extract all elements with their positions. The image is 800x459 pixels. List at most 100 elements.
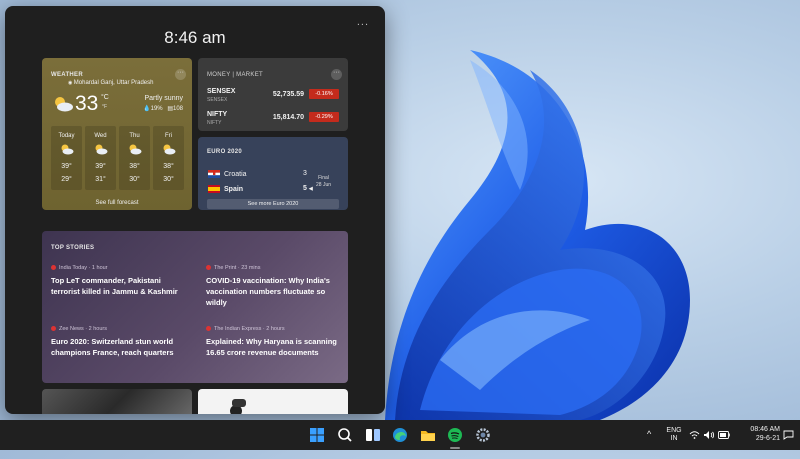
market-name: NIFTY [207,111,228,118]
precip-value: 19% [150,106,163,112]
source-logo-icon [51,326,56,332]
forecast-day-name: Fri [165,133,172,139]
story-item[interactable]: The Indian Express · 2 hours Explained: … [206,326,341,358]
forecast-high: 39° [95,163,106,170]
team-name: Spain [224,185,244,193]
volume-icon[interactable] [703,430,715,440]
forecast-day[interactable]: Thu 38° 30° [119,126,150,190]
task-view-icon[interactable] [363,425,383,445]
aqi-value: 108 [172,106,183,112]
search-icon[interactable] [335,425,355,445]
story-headline[interactable]: Explained: Why Haryana is scanning 16.65… [206,336,341,358]
widgets-panel: ... 8:46 am WEATHER ··· ◉ Mohardal Ganj,… [5,6,385,414]
language-indicator[interactable]: ENG IN [664,420,684,450]
windows-start-icon[interactable] [307,425,327,445]
forecast-high: 38° [129,163,140,170]
euro-2020-card[interactable]: EURO 2020 Croatia 3 Spain 5 ◀ Final 28 J… [198,137,348,210]
story-source: The Print · 23 mins [206,265,341,271]
market-row-sensex[interactable]: SENSEX SENSEX 52,735.59 -0.16% [207,88,339,108]
wifi-icon[interactable] [689,430,700,440]
source-logo-icon [51,265,56,271]
story-headline[interactable]: Euro 2020: Switzerland stun world champi… [51,336,186,358]
market-change-badge: -0.16% [309,89,339,99]
language-code: ENG [666,427,682,434]
story-source: The Indian Express · 2 hours [206,326,341,332]
croatia-flag-icon [208,170,220,178]
money-market-card[interactable]: MONEY | MARKET ··· SENSEX SENSEX 52,735.… [198,58,348,131]
market-subname: NIFTY [207,120,222,126]
taskbar: ^ ENG IN 08:46 AM 29-6-21 [0,420,800,450]
match-status-text: Final [318,175,329,181]
weather-more-button[interactable]: ··· [175,69,186,80]
region-code: IN [670,435,678,442]
spain-flag-icon [208,185,220,193]
weather-location-text: Mohardal Ganj, Uttar Pradesh [73,80,154,86]
clock-date: 29-6-21 [755,435,780,442]
match-status: Final 28 Jun [316,175,331,189]
team-score: 3 [303,170,307,177]
top-stories-title: TOP STORIES [51,245,95,251]
widgets-time: 8:46 am [164,28,226,47]
forecast-low: 30° [163,176,174,183]
forecast-high: 38° [163,163,174,170]
team-score: 5 ◀ [303,185,313,192]
story-item[interactable]: Zee News · 2 hours Euro 2020: Switzerlan… [51,326,186,358]
notification-center-icon[interactable] [783,430,794,440]
market-row-nifty[interactable]: NIFTY NIFTY 15,814.70 -0.29% [207,111,339,131]
raindrop-icon: 💧 [143,106,151,112]
story-headline[interactable]: COVID-19 vaccination: Why India's vaccin… [206,275,341,308]
market-value: 52,735.59 [272,91,304,98]
edge-browser-icon[interactable] [390,425,410,445]
news-thumbnail[interactable] [198,389,348,414]
team-row-spain: Spain [208,185,243,193]
news-thumbnail[interactable] [42,389,192,414]
weather-title: WEATHER [51,72,83,78]
forecast-high: 39° [61,163,72,170]
story-item[interactable]: The Print · 23 mins COVID-19 vaccination… [206,265,341,308]
story-source-text: Zee News · 2 hours [59,326,107,332]
clock-time: 08:46 AM [750,426,780,433]
team-name: Croatia [224,170,247,178]
market-name: SENSEX [207,88,236,95]
show-hidden-icons-chevron[interactable]: ^ [647,429,651,459]
partly-sunny-icon [163,144,176,155]
partly-sunny-icon [55,97,73,112]
partly-sunny-icon [95,144,108,155]
battery-icon[interactable] [718,431,730,439]
see-full-forecast-link[interactable]: See full forecast [42,200,192,206]
panel-more-button[interactable]: ... [357,16,369,28]
weather-location: ◉ Mohardal Ganj, Uttar Pradesh [68,80,153,86]
forecast-day-name: Thu [129,133,140,139]
team-score-value: 5 [303,185,307,192]
forecast-low: 30° [129,176,140,183]
weather-temperature: 33 [75,92,99,115]
market-change-badge: -0.29% [309,112,339,122]
source-logo-icon [206,265,211,271]
settings-icon[interactable] [473,425,493,445]
story-source-text: The Indian Express · 2 hours [214,326,285,332]
story-source-text: The Print · 23 mins [214,265,261,271]
spotify-icon[interactable] [445,425,465,445]
story-item[interactable]: India Today · 1 hour Top LeT commander, … [51,265,186,297]
team-row-croatia: Croatia [208,170,247,178]
money-more-button[interactable]: ··· [331,69,342,80]
forecast-low: 31° [95,176,106,183]
forecast-day-name: Wed [94,133,107,139]
weather-card[interactable]: WEATHER ··· ◉ Mohardal Ganj, Uttar Prade… [42,58,192,210]
fahrenheit-toggle[interactable]: °F [102,104,107,110]
celsius-toggle[interactable]: °C [101,94,109,101]
forecast-day-name: Today [58,133,75,139]
match-date: 28 Jun [316,182,332,188]
forecast-day[interactable]: Today 39° 29° [51,126,82,190]
money-title: MONEY | MARKET [207,72,263,78]
forecast-day[interactable]: Fri 38° 30° [153,126,184,190]
clock[interactable]: 08:46 AM 29-6-21 [740,420,780,450]
running-indicator [450,447,460,449]
story-headline[interactable]: Top LeT commander, Pakistani terrorist k… [51,275,186,297]
file-explorer-icon[interactable] [418,425,438,445]
forecast-day[interactable]: Wed 39° 31° [85,126,116,190]
partly-sunny-icon [129,144,142,155]
forecast-row: Today 39° 29° Wed 39° 31° Thu 38° 30° Fr… [51,126,184,190]
source-logo-icon [206,326,211,332]
see-more-euro-button[interactable]: See more Euro 2020 [207,199,339,209]
